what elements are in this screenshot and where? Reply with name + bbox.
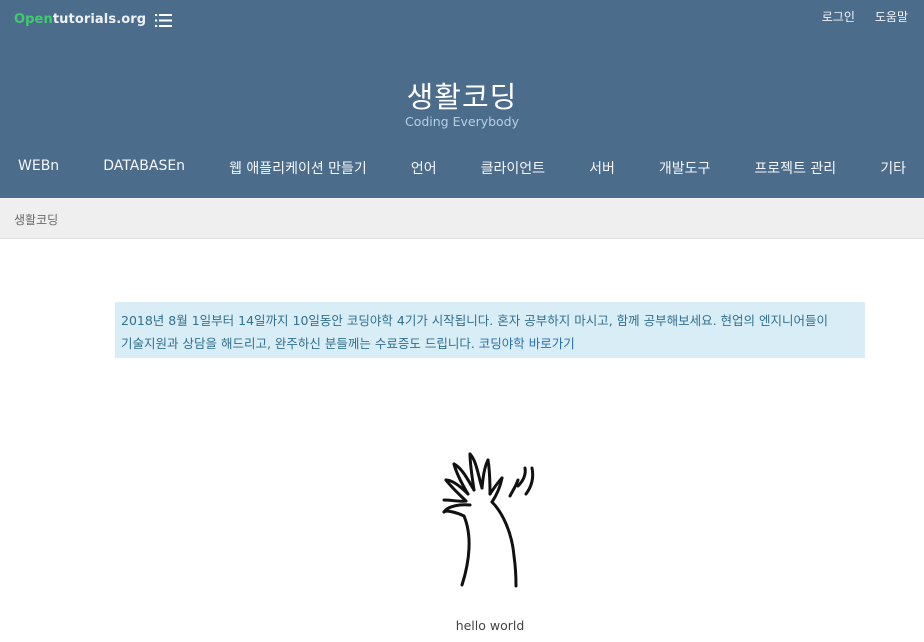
login-link[interactable]: 로그인 — [822, 8, 855, 25]
site-header: Opentutorials.org 로그인 도움말 생활코딩 Coding Ev… — [0, 0, 924, 198]
notice-link[interactable]: 코딩야학 바로가기 — [479, 336, 575, 351]
site-logo[interactable]: Opentutorials.org — [14, 12, 146, 27]
notice-text: 2018년 8월 1일부터 14일까지 10일동안 코딩야학 4기가 시작됩니다… — [121, 313, 829, 351]
nav-item-webn[interactable]: WEBn — [16, 158, 61, 178]
nav-item-client[interactable]: 클라이언트 — [479, 158, 547, 178]
nav-item-language[interactable]: 언어 — [409, 158, 439, 178]
site-subtitle: Coding Everybody — [404, 114, 520, 129]
main-nav: WEBn DATABASEn 웹 애플리케이션 만들기 언어 클라이언트 서버 … — [16, 158, 908, 178]
help-link[interactable]: 도움말 — [875, 8, 908, 25]
breadcrumb-bar: 생활코딩 — [0, 198, 924, 239]
nav-item-server[interactable]: 서버 — [587, 158, 617, 178]
logo-domain-text: tutorials.org — [52, 12, 147, 27]
nav-item-project-management[interactable]: 프로젝트 관리 — [752, 158, 838, 178]
nav-item-dev-tools[interactable]: 개발도구 — [657, 158, 713, 178]
notice-banner: 2018년 8월 1일부터 14일까지 10일동안 코딩야학 4기가 시작됩니다… — [115, 302, 865, 358]
account-links: 로그인 도움말 — [822, 8, 908, 25]
list-icon[interactable] — [155, 13, 172, 28]
breadcrumb[interactable]: 생활코딩 — [14, 211, 58, 228]
nav-item-etc[interactable]: 기타 — [878, 158, 908, 178]
nav-item-web-application[interactable]: 웹 애플리케이션 만들기 — [227, 158, 369, 178]
logo-open-text: Open — [14, 12, 53, 27]
hero-caption: hello world — [455, 618, 525, 633]
nav-item-databasen[interactable]: DATABASEn — [101, 158, 187, 178]
site-title[interactable]: 생활코딩 — [0, 74, 924, 116]
waving-hand-icon — [442, 452, 535, 588]
